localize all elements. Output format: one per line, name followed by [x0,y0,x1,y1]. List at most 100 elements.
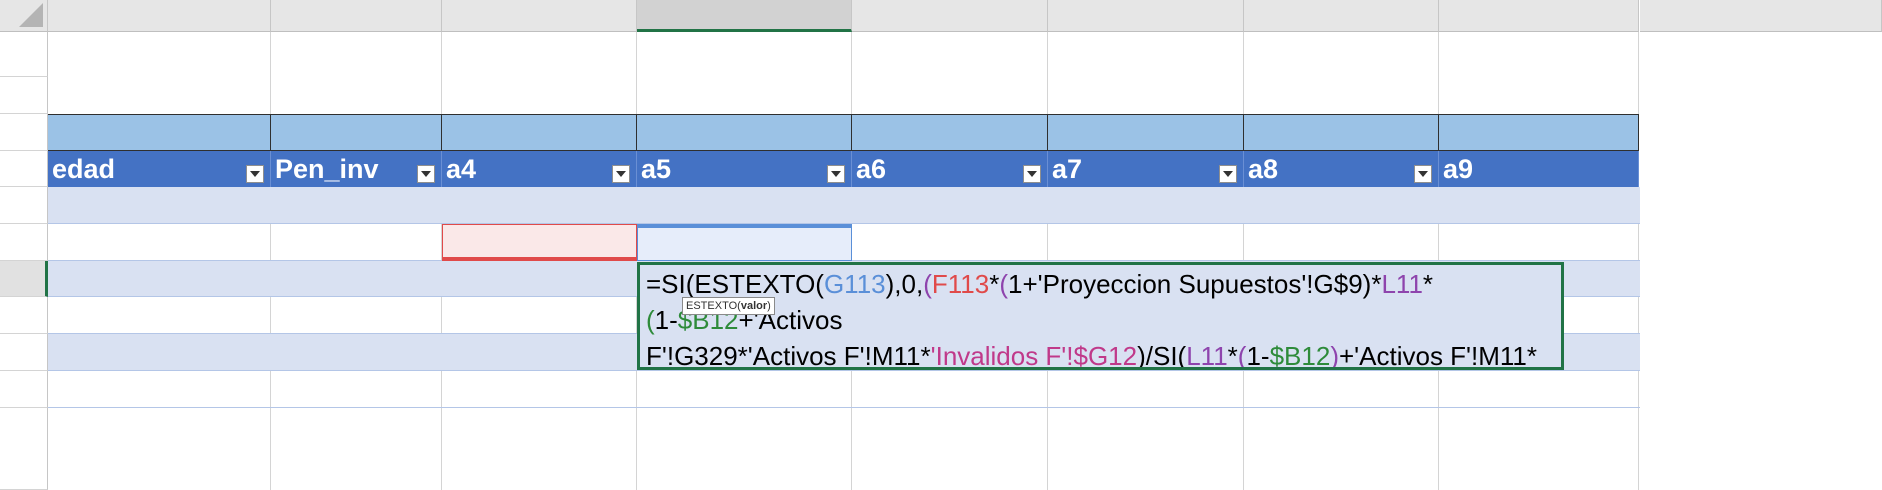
row-header-115[interactable] [0,297,48,334]
table-field-header[interactable]: a8 [1244,151,1439,187]
table-cell[interactable] [271,261,442,297]
table-cell[interactable] [271,187,442,224]
column-header-i[interactable] [1048,0,1244,32]
table-cell[interactable] [48,187,271,224]
field-header-label: Pen_inv [275,153,379,184]
table-cell[interactable] [271,371,442,408]
table-cell[interactable] [637,371,852,408]
table-field-header[interactable]: edad [48,151,271,187]
table-cell[interactable] [1244,187,1439,224]
column-header-h[interactable] [852,0,1048,32]
table-cell[interactable] [48,261,271,297]
row-header-112[interactable] [0,187,48,224]
table-field-header[interactable]: a5 [637,151,852,187]
column-header-a[interactable] [48,0,271,32]
table-cell[interactable] [442,334,637,371]
year-header-cell[interactable] [442,114,637,151]
reference-highlight-g113 [637,224,852,261]
sheet-title[interactable] [48,32,748,77]
row-header-108[interactable] [0,32,48,77]
formula-token: ),0, [885,269,924,299]
filter-dropdown-icon[interactable] [827,165,845,183]
field-header-label: a9 [1443,153,1474,184]
table-cell[interactable] [637,187,852,224]
formula-token: 1- [1246,341,1270,370]
table-cell[interactable] [271,224,442,261]
year-header-cell[interactable] [271,114,442,151]
table-cell[interactable] [442,371,637,408]
year-header-cell[interactable] [1048,114,1244,151]
formula-token: G113 [823,269,886,299]
field-header-label: a5 [641,153,672,184]
row-header-109[interactable] [0,77,48,114]
row-header-117[interactable] [0,371,48,408]
year-header-cell[interactable] [1439,114,1639,151]
select-all-corner[interactable] [0,0,48,32]
table-cell[interactable] [1048,371,1244,408]
filter-dropdown-icon[interactable] [1219,165,1237,183]
table-cell[interactable] [442,187,637,224]
select-all-icon [19,3,43,27]
table-cell[interactable] [48,297,271,334]
function-tooltip: ESTEXTO(valor) [682,297,775,315]
field-header-label: a7 [1052,153,1083,184]
column-header-b[interactable] [271,0,442,32]
column-header-f[interactable] [442,0,637,32]
table-field-header[interactable]: a4 [442,151,637,187]
row-header-110[interactable] [0,114,48,151]
year-header-cell[interactable] [48,114,271,151]
table-cell[interactable] [442,261,637,297]
table-cell[interactable] [852,224,1048,261]
filter-dropdown-icon[interactable] [612,165,630,183]
table-cell[interactable] [1048,187,1244,224]
table-cell[interactable] [1244,371,1439,408]
column-header-j[interactable] [1244,0,1439,32]
year-header-cell[interactable] [1244,114,1439,151]
field-header-label: a4 [446,153,477,184]
field-header-label: a8 [1248,153,1279,184]
filter-dropdown-icon[interactable] [1023,165,1041,183]
table-cell[interactable] [48,224,271,261]
column-header-k[interactable] [1439,0,1639,32]
column-header-filler [1640,0,1882,32]
row-header-111[interactable] [0,151,48,187]
table-cell[interactable] [1048,224,1244,261]
formula-in-cell-editor[interactable]: =SI(ESTEXTO(G113),0,(F113*(1+'Proyeccion… [637,262,1564,370]
year-header-cell[interactable] [637,114,852,151]
formula-token: L11 [1381,269,1423,299]
filter-dropdown-icon[interactable] [417,165,435,183]
formula-line: =SI(ESTEXTO(G113),0,(F113*(1+'Proyeccion… [646,266,1555,338]
filter-dropdown-icon[interactable] [246,165,264,183]
field-header-label: a6 [856,153,887,184]
formula-token: 1+'Proyeccion Supuestos'!G$9)* [1008,269,1382,299]
row-header-113[interactable] [0,224,48,261]
row-header-114[interactable] [0,261,48,297]
table-cell[interactable] [852,187,1048,224]
formula-token: ( [923,269,932,299]
column-header-g[interactable] [637,0,852,32]
table-cell[interactable] [1244,224,1439,261]
table-cell[interactable] [852,371,1048,408]
formula-token: F113 [931,269,990,299]
row-header-filler [0,408,48,490]
reference-highlight-f113 [442,224,637,261]
table-field-header[interactable]: a6 [852,151,1048,187]
table-cell[interactable] [271,334,442,371]
table-field-header[interactable]: a9 [1439,151,1639,187]
filter-dropdown-icon[interactable] [1414,165,1432,183]
row-header-116[interactable] [0,334,48,371]
spreadsheet-grid[interactable]: edad Pen_inv a4 a5 a6 a7 a8 a9 [0,0,1882,490]
table-field-header[interactable]: a7 [1048,151,1244,187]
formula-token: $B12 [1269,341,1331,370]
table-field-header[interactable]: Pen_inv [271,151,442,187]
table-cell[interactable] [48,371,271,408]
year-header-cell[interactable] [852,114,1048,151]
formula-token: ( [999,269,1009,299]
tooltip-function-name: ESTEXTO [686,300,738,312]
table-cell[interactable] [48,334,271,371]
table-cell[interactable] [442,297,637,334]
formula-token: 'Invalidos F'!$G12 [930,341,1138,370]
formula-token: +'Activos F'!M11* [1339,341,1538,370]
table-cell[interactable] [271,297,442,334]
formula-line: F'!G329*'Activos F'!M11*'Invalidos F'!$G… [646,338,1555,370]
